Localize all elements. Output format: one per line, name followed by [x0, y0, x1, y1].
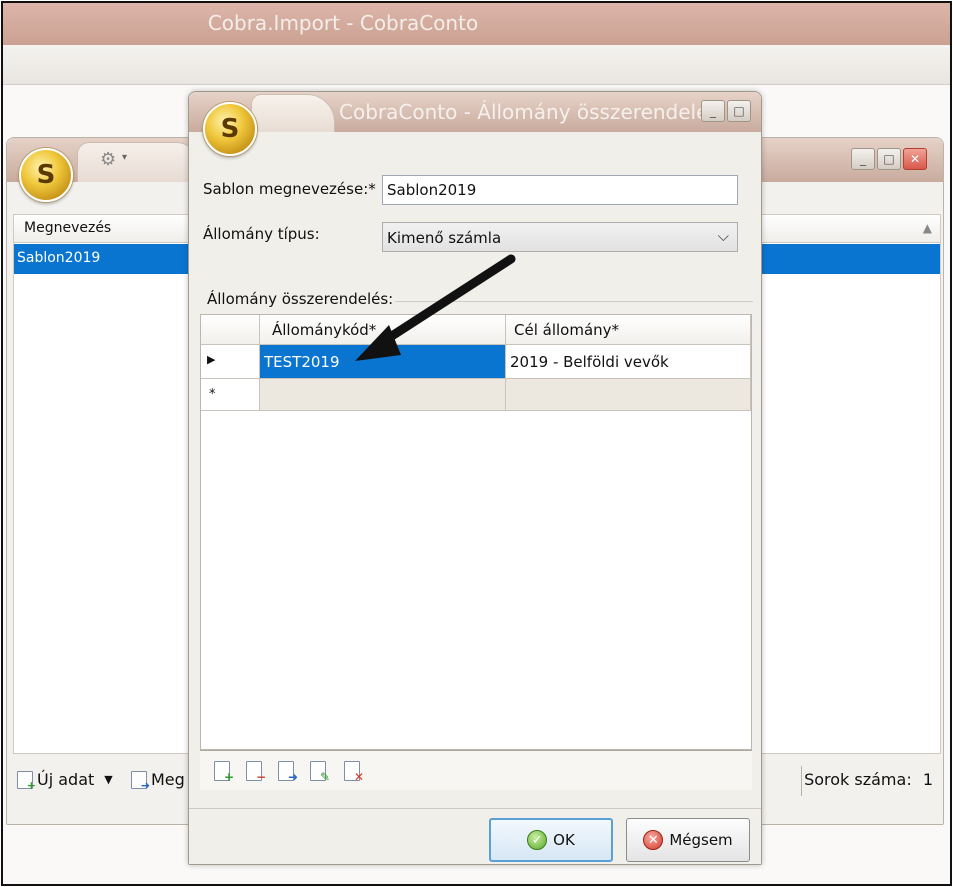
screenshot-frame: Cobra.Import - CobraConto ⚙ ▾ _ □ ✕ S Me… — [1, 1, 952, 886]
annotation-arrow — [355, 254, 516, 361]
